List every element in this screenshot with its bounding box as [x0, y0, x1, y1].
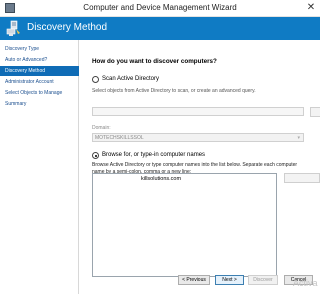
computer-names-list[interactable]: killsolutions.com [92, 173, 277, 277]
next-button[interactable]: Next > [215, 275, 244, 285]
previous-button[interactable]: < Previous [178, 275, 210, 285]
domain-select: MOTECHSKILLSSOL ▾ [92, 133, 304, 142]
nav-step-select-objects[interactable]: Select Objects to Manage [0, 88, 79, 98]
scan-ad-label[interactable]: Scan Active Directory [102, 76, 159, 82]
close-button[interactable]: ✕ [305, 2, 317, 14]
domain-label: Domain: [92, 125, 111, 131]
window-title: Computer and Device Management Wizard [83, 3, 237, 12]
window-titlebar: Computer and Device Management Wizard ✕ [0, 0, 320, 17]
nav-step-summary[interactable]: Summary [0, 99, 79, 109]
wizard-page-title: Discovery Method [27, 22, 108, 33]
browse-radio[interactable] [92, 152, 99, 159]
nav-step-discovery-method[interactable]: Discovery Method [0, 66, 79, 76]
nav-step-discovery-type[interactable]: Discovery Type [0, 44, 79, 54]
activation-watermark: Activa [293, 278, 318, 288]
wizard-computer-icon [6, 20, 20, 36]
browse-label[interactable]: Browse for, or type-in computer names [102, 152, 205, 158]
ad-query-field [92, 107, 304, 116]
wizard-content: How do you want to discover computers? S… [88, 40, 320, 294]
wizard-header: Discovery Method [0, 17, 320, 40]
domain-select-value: MOTECHSKILLSSOL [95, 135, 144, 141]
browse-button[interactable] [284, 173, 320, 183]
discover-button: Discover [248, 275, 278, 285]
configure-button [310, 107, 320, 117]
scan-ad-help-text: Select objects from Active Directory to … [92, 88, 256, 94]
scan-ad-radio[interactable] [92, 76, 99, 83]
nav-step-administrator-account[interactable]: Administrator Account [0, 77, 79, 87]
page-question: How do you want to discover computers? [92, 58, 217, 65]
wizard-steps-nav: Discovery Type Auto or Advanced? Discove… [0, 40, 79, 294]
chevron-down-icon: ▾ [297, 135, 300, 141]
nav-step-auto-or-advanced[interactable]: Auto or Advanced? [0, 55, 79, 65]
